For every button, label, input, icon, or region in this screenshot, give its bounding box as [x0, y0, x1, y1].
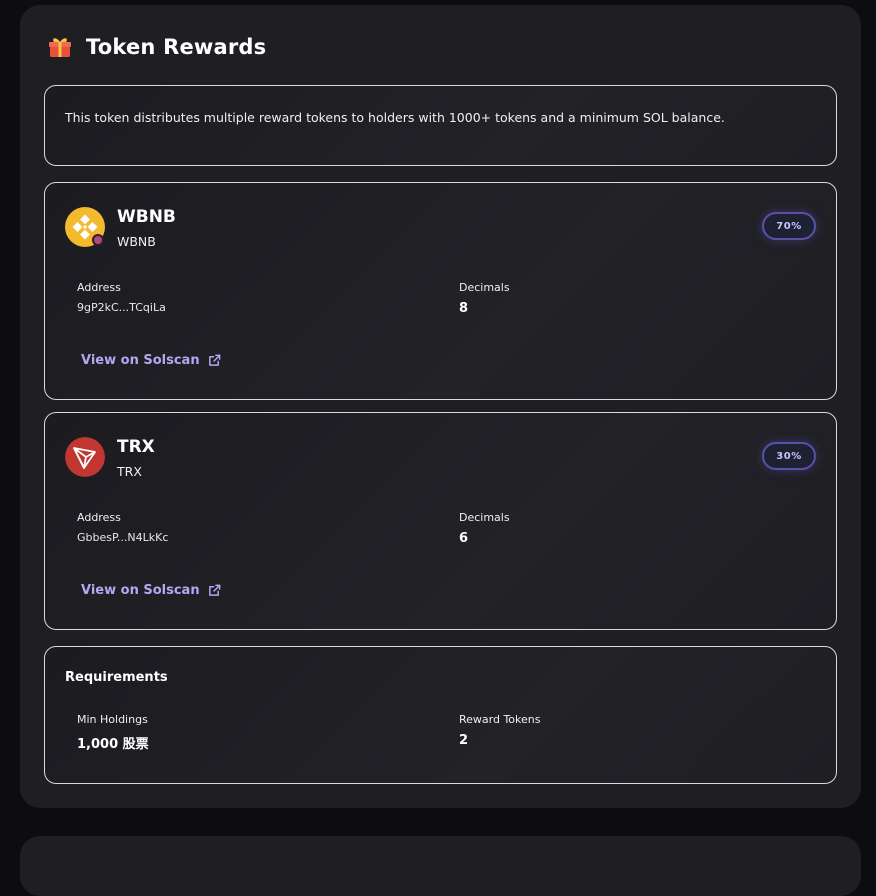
min-holdings-label: Min Holdings [77, 713, 148, 726]
link-label: View on Solscan [81, 583, 200, 598]
gift-icon [49, 38, 71, 57]
token-symbol: WBNB [117, 234, 156, 249]
requirements-card: Requirements Min Holdings 1,000 股票 Rewar… [44, 646, 837, 784]
reward-tokens-value: 2 [459, 733, 469, 748]
requirements-title: Requirements [65, 670, 168, 685]
min-holdings-value: 1,000 股票 [77, 737, 149, 752]
share-badge: 30% [762, 442, 816, 470]
reward-token-card: TRX TRX 30% Address GbbesP...N4LkKc Deci… [44, 412, 837, 630]
token-rewards-panel: Token Rewards This token distributes mul… [20, 5, 861, 808]
address-label: Address [77, 281, 121, 294]
decimals-value: 6 [459, 531, 469, 546]
token-symbol: TRX [117, 464, 142, 479]
token-name: TRX [117, 437, 155, 457]
description-card: This token distributes multiple reward t… [44, 85, 837, 166]
decimals-value: 8 [459, 301, 469, 316]
address-value: GbbesP...N4LkKc [77, 531, 169, 544]
tron-logo-icon [65, 437, 105, 477]
decimals-label: Decimals [459, 281, 510, 294]
reward-tokens-label: Reward Tokens [459, 713, 541, 726]
share-badge: 70% [762, 212, 816, 240]
next-panel [20, 836, 861, 896]
link-label: View on Solscan [81, 353, 200, 368]
address-label: Address [77, 511, 121, 524]
token-name: WBNB [117, 207, 176, 227]
page-title: Token Rewards [86, 35, 267, 59]
reward-token-card: WBNB WBNB 70% Address 9gP2kC...TCqiLa De… [44, 182, 837, 400]
decimals-label: Decimals [459, 511, 510, 524]
view-on-solscan-link[interactable]: View on Solscan [81, 353, 221, 368]
bnb-logo-icon [65, 207, 105, 247]
external-link-icon [208, 354, 220, 366]
description-text: This token distributes multiple reward t… [65, 110, 725, 125]
panel-header: Token Rewards [48, 32, 266, 62]
external-link-icon [208, 584, 220, 596]
view-on-solscan-link[interactable]: View on Solscan [81, 583, 221, 598]
address-value: 9gP2kC...TCqiLa [77, 301, 166, 314]
